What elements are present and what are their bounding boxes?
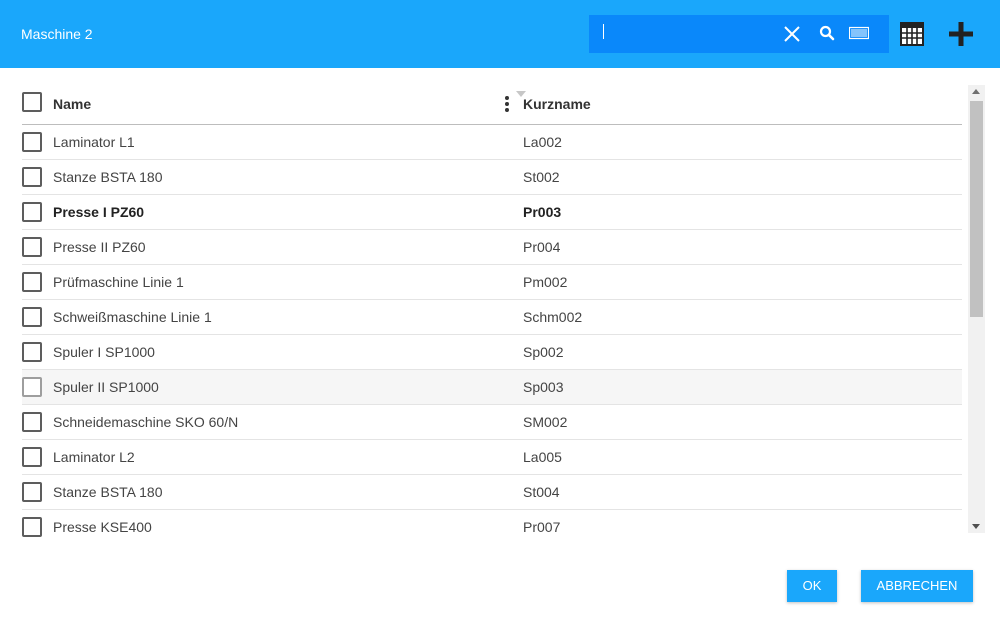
cell-name: Presse I PZ60 xyxy=(53,204,145,220)
row-checkbox[interactable] xyxy=(22,202,42,222)
table-row[interactable]: Prüfmaschine Linie 1 Pm002 xyxy=(22,265,962,300)
row-checkbox[interactable] xyxy=(22,447,42,467)
machine-table: Name Kurzname Laminator L1 La002 Stanze … xyxy=(22,85,962,538)
close-icon[interactable] xyxy=(783,25,801,48)
vertical-scrollbar[interactable] xyxy=(968,85,985,533)
search-box[interactable] xyxy=(589,15,889,53)
table-icon[interactable] xyxy=(900,22,924,51)
cell-name: Spuler I SP1000 xyxy=(53,344,155,360)
cell-name: Laminator L1 xyxy=(53,134,135,150)
plus-icon[interactable] xyxy=(948,21,974,52)
cell-kurzname: Sp003 xyxy=(523,379,564,395)
table-header-row: Name Kurzname xyxy=(22,85,962,125)
cell-kurzname: SM002 xyxy=(523,414,568,430)
select-all-checkbox[interactable] xyxy=(22,92,42,112)
cell-name: Presse KSE400 xyxy=(53,519,152,535)
search-icon[interactable] xyxy=(819,25,835,46)
scroll-up-arrow-icon[interactable] xyxy=(972,89,980,94)
table-row[interactable]: Laminator L1 La002 xyxy=(22,125,962,160)
cell-kurzname: Pr004 xyxy=(523,239,561,255)
table-row[interactable]: Presse II PZ60 Pr004 xyxy=(22,230,962,265)
cell-name: Laminator L2 xyxy=(53,449,135,465)
search-input[interactable] xyxy=(601,23,771,45)
cell-kurzname: Schm002 xyxy=(523,309,583,325)
row-checkbox[interactable] xyxy=(22,167,42,187)
table-row[interactable]: Spuler I SP1000 Sp002 xyxy=(22,335,962,370)
cell-name: Stanze BSTA 180 xyxy=(53,169,163,185)
cell-name: Spuler II SP1000 xyxy=(53,379,159,395)
row-checkbox[interactable] xyxy=(22,237,42,257)
row-checkbox[interactable] xyxy=(22,272,42,292)
cell-name: Schneidemaschine SKO 60/N xyxy=(53,414,239,430)
cell-kurzname: St002 xyxy=(523,169,560,185)
barcode-icon[interactable] xyxy=(848,25,870,46)
row-checkbox[interactable] xyxy=(22,482,42,502)
ok-button[interactable]: OK xyxy=(787,570,837,602)
row-checkbox[interactable] xyxy=(22,412,42,432)
table-row[interactable]: Spuler II SP1000 Sp003 xyxy=(22,370,962,405)
table-row[interactable]: Schneidemaschine SKO 60/N SM002 xyxy=(22,405,962,440)
cell-kurzname: St004 xyxy=(523,484,560,500)
row-checkbox[interactable] xyxy=(22,342,42,362)
row-checkbox[interactable] xyxy=(22,307,42,327)
column-menu-icon[interactable] xyxy=(503,95,511,113)
table-row[interactable]: Presse I PZ60 Pr003 xyxy=(22,195,962,230)
row-checkbox[interactable] xyxy=(22,132,42,152)
column-header-kurzname[interactable]: Kurzname xyxy=(523,96,591,112)
column-header-name[interactable]: Name xyxy=(53,96,91,112)
cell-name: Presse II PZ60 xyxy=(53,239,146,255)
dialog-title: Maschine 2 xyxy=(21,26,93,42)
dialog-header: Maschine 2 xyxy=(0,0,1000,68)
cancel-button[interactable]: ABBRECHEN xyxy=(861,570,973,602)
table-row[interactable]: Presse KSE400 Pr007 xyxy=(22,510,962,538)
scrollbar-thumb[interactable] xyxy=(970,101,983,317)
scroll-down-arrow-icon[interactable] xyxy=(972,524,980,529)
cell-kurzname: Pr007 xyxy=(523,519,561,535)
cell-kurzname: Sp002 xyxy=(523,344,564,360)
cell-kurzname: Pm002 xyxy=(523,274,568,290)
table-row[interactable]: Schweißmaschine Linie 1 Schm002 xyxy=(22,300,962,335)
cell-kurzname: La002 xyxy=(523,134,562,150)
cell-name: Stanze BSTA 180 xyxy=(53,484,163,500)
row-checkbox[interactable] xyxy=(22,377,42,397)
table-row[interactable]: Laminator L2 La005 xyxy=(22,440,962,475)
table-row[interactable]: Stanze BSTA 180 St004 xyxy=(22,475,962,510)
cell-name: Prüfmaschine Linie 1 xyxy=(53,274,184,290)
cell-kurzname: La005 xyxy=(523,449,562,465)
row-checkbox[interactable] xyxy=(22,517,42,537)
cell-kurzname: Pr003 xyxy=(523,204,562,220)
table-row[interactable]: Stanze BSTA 180 St002 xyxy=(22,160,962,195)
cell-name: Schweißmaschine Linie 1 xyxy=(53,309,212,325)
